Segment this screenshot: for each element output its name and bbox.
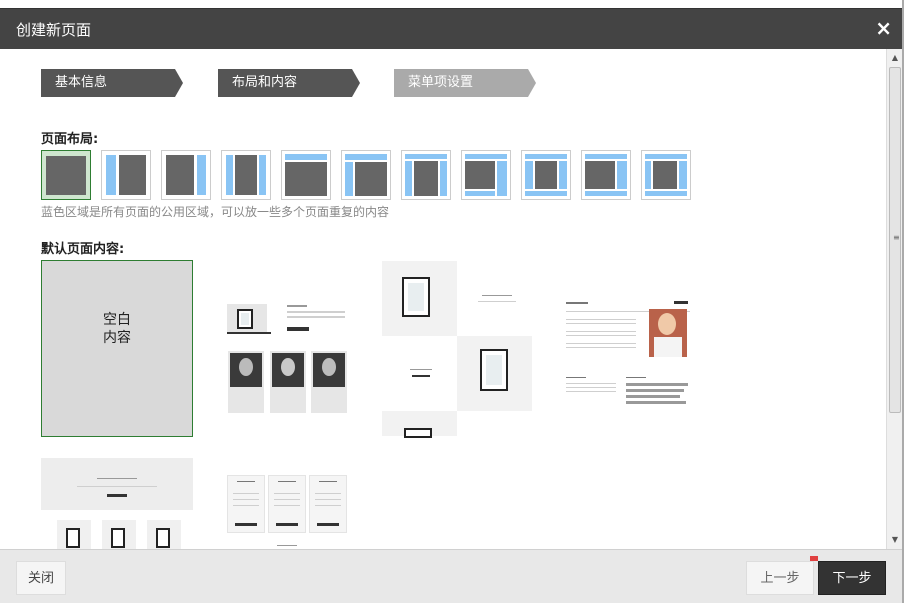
scrollbar-thumb[interactable]: ≡	[889, 67, 901, 413]
layout-option-frame-left[interactable]	[641, 150, 691, 200]
top-strip	[0, 0, 904, 9]
layout-option-header-left[interactable]	[341, 150, 391, 200]
content-heading: 默认页面内容:	[41, 242, 125, 257]
content-scrollbar[interactable]: ▲ ≡ ▼	[886, 49, 902, 549]
template-gallery[interactable]	[382, 261, 532, 438]
dialog-footer: 关闭 上一步 下一步	[0, 549, 902, 603]
layout-option-header-right[interactable]	[461, 150, 511, 200]
scroll-down-icon[interactable]: ▼	[887, 533, 903, 547]
dialog-title: 创建新页面	[16, 21, 92, 39]
grip-icon: ≡	[893, 233, 900, 242]
close-button[interactable]: 关闭	[16, 561, 66, 595]
step-layout-content: 布局和内容	[218, 69, 360, 97]
layout-option-frame-right[interactable]	[581, 150, 631, 200]
layout-option-left-sidebar[interactable]	[101, 150, 151, 200]
dialog-titlebar: 创建新页面 ×	[0, 9, 902, 49]
layout-option-full[interactable]	[41, 150, 91, 200]
layout-option-frame[interactable]	[521, 150, 571, 200]
layout-option-right-sidebar[interactable]	[161, 150, 211, 200]
step-menu-settings: 菜单项设置	[394, 69, 536, 97]
layout-option-both-sidebars[interactable]	[221, 150, 271, 200]
template-blank[interactable]: 空白 内容	[41, 260, 193, 437]
close-icon[interactable]: ×	[875, 16, 892, 40]
layout-heading: 页面布局:	[41, 132, 99, 147]
next-button[interactable]: 下一步	[818, 561, 886, 595]
previous-button[interactable]: 上一步	[746, 561, 814, 595]
dialog-content: 基本信息 布局和内容 菜单项设置 页面布局: 蓝色区域是所有页面的公用区域，可以…	[0, 49, 886, 549]
create-page-dialog: 创建新页面 × 基本信息 布局和内容 菜单项设置 页面布局: 蓝色区域是所有页面…	[0, 0, 904, 603]
template-blank-label: 空白 内容	[103, 312, 131, 346]
template-banner-gallery[interactable]	[41, 458, 193, 549]
template-profile[interactable]	[564, 297, 692, 409]
layout-hint: 蓝色区域是所有页面的公用区域，可以放一些多个页面重复的内容	[41, 205, 390, 219]
template-pricing[interactable]	[225, 473, 350, 549]
template-team[interactable]	[225, 299, 350, 414]
layout-option-header-both[interactable]	[401, 150, 451, 200]
scroll-up-icon[interactable]: ▲	[887, 51, 903, 65]
step-basic-info: 基本信息	[41, 69, 183, 97]
layout-option-header[interactable]	[281, 150, 331, 200]
